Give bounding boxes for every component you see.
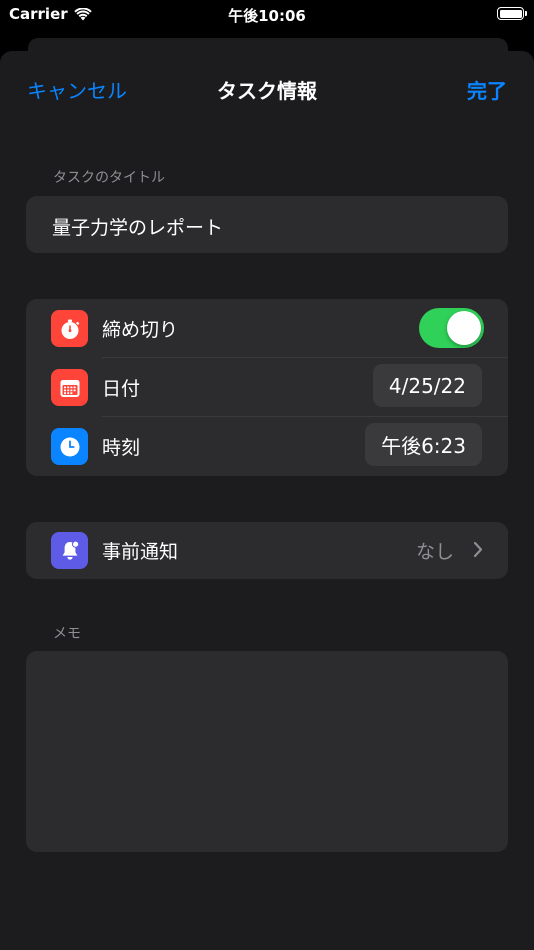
notification-row[interactable]: 事前通知 なし	[26, 522, 508, 579]
navigation-bar: キャンセル タスク情報 完了	[0, 51, 534, 125]
deadline-toggle[interactable]	[419, 308, 484, 348]
time-picker-button[interactable]: 午後6:23	[365, 423, 482, 466]
status-bar: Carrier 午後10:06	[0, 0, 534, 30]
date-row: 日付 4/25/22	[26, 358, 508, 417]
page-title: タスク情報	[217, 79, 317, 103]
notification-value: なし	[415, 541, 454, 563]
date-picker-button[interactable]: 4/25/22	[372, 364, 482, 407]
title-field[interactable]: 量子力学のレポート	[26, 196, 508, 253]
stopwatch-icon	[51, 310, 88, 347]
notification-row-content: 事前通知 なし	[26, 522, 508, 579]
task-info-sheet: キャンセル タスク情報 完了 タスクのタイトル 量子力学のレポート 締め切り 日…	[0, 51, 534, 950]
clock-icon	[51, 428, 88, 465]
chevron-right-icon	[473, 541, 483, 558]
deadline-label: 締め切り	[102, 319, 179, 341]
title-section-label: タスクのタイトル	[53, 170, 165, 186]
done-button[interactable]: 完了	[467, 75, 507, 104]
time-row: 時刻 午後6:23	[26, 417, 508, 476]
time-label: 時刻	[102, 437, 141, 459]
toggle-knob	[447, 311, 481, 345]
battery-icon	[497, 7, 527, 20]
memo-textarea[interactable]	[26, 651, 508, 852]
title-input-value: 量子力学のレポート	[52, 217, 224, 239]
notification-label: 事前通知	[102, 541, 179, 563]
calendar-icon	[51, 369, 88, 406]
deadline-row: 締め切り	[26, 299, 508, 358]
bell-badge-icon	[51, 532, 88, 569]
memo-section-label: メモ	[53, 626, 81, 642]
date-label: 日付	[102, 378, 141, 400]
deadline-group: 締め切り 日付 4/25/22 時刻 午後6:23	[26, 299, 508, 476]
status-time: 午後10:06	[228, 7, 306, 25]
